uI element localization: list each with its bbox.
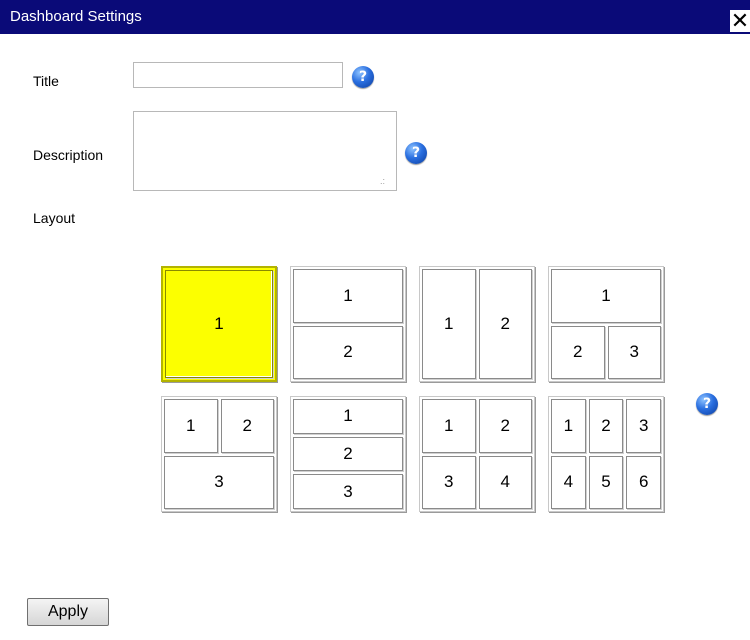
layout-pane: 1 — [164, 399, 218, 453]
layout-pane: 3 — [626, 399, 662, 453]
layout-pane: 4 — [551, 455, 586, 509]
layout-row: 1 — [293, 269, 403, 323]
layout-row: 12 — [422, 399, 532, 453]
layout-option-1[interactable]: 1 — [161, 266, 277, 382]
layout-preview: 123 — [164, 399, 274, 509]
layout-row: 12 — [164, 399, 274, 453]
layout-row: 23 — [551, 325, 661, 379]
layout-preview: 12 — [293, 269, 403, 379]
layout-row: 1 — [165, 270, 273, 378]
layout-preview: 123 — [293, 399, 403, 510]
layout-preview: 1234 — [422, 399, 532, 509]
layout-option-6[interactable]: 123 — [290, 396, 406, 512]
layout-pane: 1 — [165, 270, 273, 378]
layout-preview: 123 — [551, 269, 661, 379]
layout-option-3[interactable]: 12 — [419, 266, 535, 382]
description-label: Description — [33, 147, 104, 163]
layout-pane: 1 — [551, 269, 661, 323]
layout-pane: 2 — [293, 325, 403, 379]
layout-pane: 2 — [551, 325, 605, 379]
description-input[interactable] — [133, 111, 397, 191]
layout-pane: 5 — [588, 455, 624, 509]
layout-row: 2 — [293, 436, 403, 472]
layout-pane: 1 — [551, 399, 586, 453]
layout-pane: 3 — [293, 474, 403, 510]
titlebar: Dashboard Settings ✕ — [0, 0, 750, 34]
layout-label: Layout — [33, 210, 76, 226]
layout-pane: 6 — [626, 455, 662, 509]
title-input[interactable] — [133, 62, 343, 88]
help-icon[interactable]: ? — [352, 66, 374, 88]
layout-row: 34 — [422, 455, 532, 509]
layout-row: 1 — [293, 399, 403, 434]
layout-row: 3 — [164, 455, 274, 509]
help-icon[interactable]: ? — [405, 142, 427, 164]
layout-row: 2 — [293, 325, 403, 379]
apply-button[interactable]: Apply — [27, 598, 109, 626]
layout-pane: 1 — [422, 399, 476, 453]
title-label: Title — [33, 73, 59, 89]
layout-pane: 1 — [293, 399, 403, 434]
layout-option-4[interactable]: 123 — [548, 266, 664, 382]
layout-pane: 1 — [422, 269, 476, 379]
dashboard-settings-dialog: Dashboard Settings ✕ Title ? Description… — [0, 0, 750, 640]
close-icon[interactable]: ✕ — [730, 10, 750, 32]
layout-pane: 2 — [220, 399, 274, 453]
help-icon[interactable]: ? — [696, 393, 718, 415]
layout-preview: 1 — [165, 270, 273, 378]
layout-pane: 2 — [588, 399, 624, 453]
layout-pane: 3 — [607, 325, 661, 379]
layout-pane: 2 — [293, 436, 403, 472]
layout-option-7[interactable]: 1234 — [419, 396, 535, 512]
layout-row: 456 — [551, 455, 662, 509]
layout-pane: 3 — [422, 455, 476, 509]
layout-pane: 1 — [293, 269, 403, 323]
layout-option-2[interactable]: 12 — [290, 266, 406, 382]
layout-preview: 12 — [422, 269, 532, 379]
layout-row: 123 — [551, 399, 662, 453]
layout-row: 12 — [422, 269, 532, 379]
layout-option-8[interactable]: 123456 — [548, 396, 664, 512]
layout-pane: 3 — [164, 455, 274, 509]
layout-row: 3 — [293, 474, 403, 510]
layout-preview: 123456 — [551, 399, 662, 509]
layout-pane: 4 — [478, 455, 532, 509]
dialog-title: Dashboard Settings — [10, 8, 142, 25]
layout-pane: 2 — [478, 399, 532, 453]
layout-row: 1 — [551, 269, 661, 323]
layout-option-5[interactable]: 123 — [161, 396, 277, 512]
layout-pane: 2 — [478, 269, 532, 379]
